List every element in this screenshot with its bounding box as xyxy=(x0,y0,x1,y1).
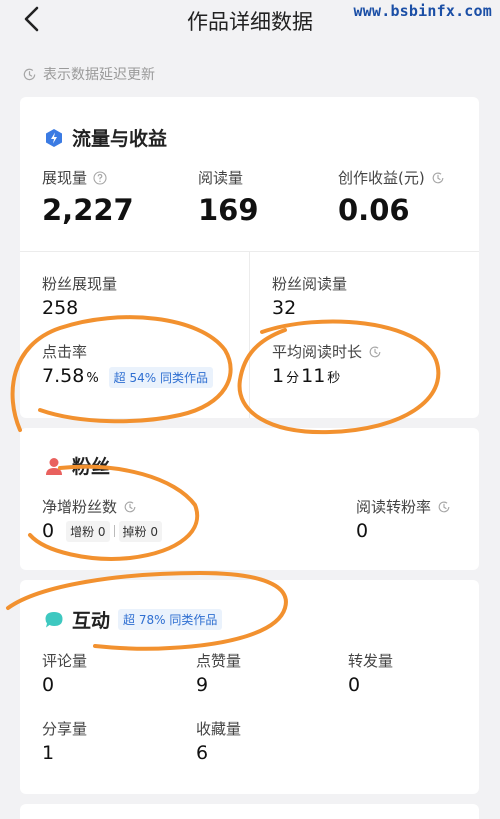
fan-reads-label: 粉丝阅读量 xyxy=(272,275,348,293)
net-fans-value: 0 增粉 0 掉粉 0 xyxy=(42,520,162,542)
clock-icon xyxy=(23,68,36,80)
favorites-label: 收藏量 xyxy=(196,720,242,738)
fans-section-title: 粉丝 xyxy=(44,452,110,479)
read-to-fan-rate-value: 0 xyxy=(356,520,369,542)
divider xyxy=(113,525,115,537)
person-icon xyxy=(46,457,62,475)
traffic-card: 流量与收益 展现量 2,227 阅读量 169 创作收益(元) 0.06 粉丝展… xyxy=(20,97,479,418)
fan-impressions-value: 258 xyxy=(42,297,79,319)
read-to-fan-rate-label: 阅读转粉率 xyxy=(356,496,451,517)
avg-read-time-value: 1 分 11 秒 xyxy=(272,365,341,387)
fans-card: 粉丝 净增粉丝数 0 增粉 0 掉粉 0 阅读转粉率 0 xyxy=(20,428,479,570)
traffic-section-title: 流量与收益 xyxy=(44,124,167,151)
fans-gain-chip: 增粉 0 xyxy=(66,520,110,542)
clock-icon xyxy=(369,346,381,357)
reads-label: 阅读量 xyxy=(198,169,244,187)
favorites-value: 6 xyxy=(196,742,209,764)
clock-icon xyxy=(124,501,136,512)
clock-icon xyxy=(438,501,450,512)
fan-impressions-label: 粉丝展现量 xyxy=(42,275,118,293)
reads-value: 169 xyxy=(198,193,259,227)
interaction-card: 互动 超 78% 同类作品 评论量 0 点赞量 9 转发量 0 分享量 1 收藏… xyxy=(20,580,479,794)
earnings-label: 创作收益(元) xyxy=(338,167,445,188)
comments-value: 0 xyxy=(42,674,55,696)
fan-reads-value: 32 xyxy=(272,297,297,319)
delay-notice: 表示数据延迟更新 xyxy=(22,64,155,84)
interaction-badge: 超 78% 同类作品 xyxy=(118,609,223,630)
fans-loss-chip: 掉粉 0 xyxy=(118,520,162,542)
likes-label: 点赞量 xyxy=(196,652,242,670)
avg-read-time-label: 平均阅读时长 xyxy=(272,341,382,362)
earnings-value: 0.06 xyxy=(338,193,410,227)
shares-label: 分享量 xyxy=(42,720,88,738)
next-card xyxy=(20,804,479,819)
site-watermark: www.bsbinfx.com xyxy=(353,2,492,20)
chat-bubble-icon xyxy=(45,611,63,627)
comments-label: 评论量 xyxy=(42,652,88,670)
reposts-label: 转发量 xyxy=(348,652,394,670)
top-bar: 作品详细数据 www.bsbinfx.com xyxy=(0,0,500,44)
clock-icon xyxy=(432,172,444,183)
impressions-value: 2,227 xyxy=(42,193,134,227)
delay-notice-text: 表示数据延迟更新 xyxy=(43,67,155,83)
interaction-section-title: 互动 超 78% 同类作品 xyxy=(44,606,223,633)
ctr-badge: 超 54% 同类作品 xyxy=(108,367,213,388)
ctr-label: 点击率 xyxy=(42,343,88,361)
reposts-value: 0 xyxy=(348,674,361,696)
ctr-value: 7.58% 超 54% 同类作品 xyxy=(42,365,213,388)
question-circle-icon[interactable] xyxy=(93,170,107,185)
impressions-label: 展现量 xyxy=(42,167,107,188)
shares-value: 1 xyxy=(42,742,55,764)
likes-value: 9 xyxy=(196,674,209,696)
lightning-icon xyxy=(46,128,62,147)
net-fans-label: 净增粉丝数 xyxy=(42,496,137,517)
divider xyxy=(249,251,250,418)
